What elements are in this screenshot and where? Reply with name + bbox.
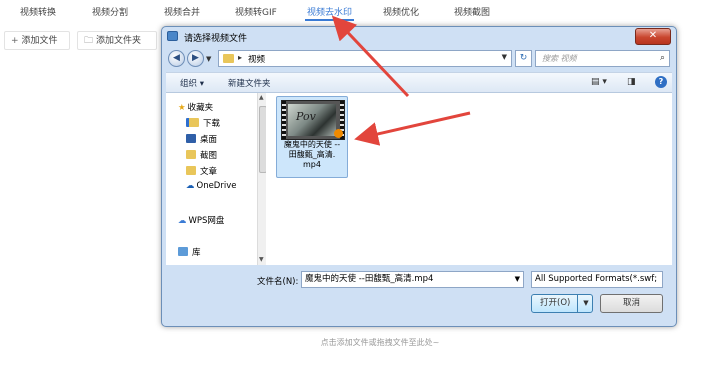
- nav-item-favorites[interactable]: ★ 收藏夹: [178, 101, 213, 113]
- tab-video-convert[interactable]: 视频转换: [20, 5, 56, 18]
- add-file-label: 添加文件: [21, 36, 58, 46]
- filename-field[interactable]: 魔鬼中的天使 --田馥甄_高清.mp4 ▼: [301, 271, 524, 288]
- cloud-icon: ☁: [186, 181, 195, 191]
- file-open-dialog: 请选择视频文件 ✕ ◀ ▶ ▼ ▸ 视频 ▼ ↻ 搜索 视频 ⌕ 组织 ▾ 新建…: [161, 26, 677, 327]
- dialog-bottom-area: 文件名(N): 魔鬼中的天使 --田馥甄_高清.mp4 ▼ All Suppor…: [166, 265, 672, 323]
- open-button-label: 打开(O): [540, 298, 571, 308]
- filename-label: 文件名(N):: [257, 277, 299, 287]
- download-folder-icon: [186, 118, 199, 127]
- nav-item-label: OneDrive: [196, 181, 237, 191]
- add-folder-button[interactable]: 🗀 添加文件夹: [77, 31, 157, 50]
- nav-item-label: WPS网盘: [188, 216, 225, 226]
- star-icon: ★: [178, 103, 186, 113]
- folder-icon: [186, 150, 196, 159]
- film-strip-left: [282, 101, 286, 139]
- tab-video-screenshot[interactable]: 视频截图: [454, 5, 490, 18]
- organize-menu[interactable]: 组织 ▾: [180, 77, 204, 89]
- nav-item-library[interactable]: 库: [178, 246, 201, 258]
- file-name-line: 田馥甄_高清.: [288, 150, 336, 159]
- dialog-title: 请选择视频文件: [184, 34, 248, 44]
- nav-item-onedrive[interactable]: ☁ OneDrive: [186, 181, 236, 191]
- plus-icon: +: [11, 36, 19, 46]
- search-input[interactable]: 搜索 视频 ⌕: [535, 50, 670, 67]
- nav-item-label: 收藏夹: [187, 103, 214, 113]
- drop-hint: 点击添加文件或拖拽文件至此处~: [320, 338, 440, 347]
- media-player-icon: [334, 129, 343, 138]
- history-dropdown-icon[interactable]: ▼: [206, 55, 211, 63]
- app-window-icon: [167, 31, 178, 41]
- command-bar: 组织 ▾ 新建文件夹 ▤ ▾ ◨ ?: [166, 72, 672, 93]
- scroll-down-icon[interactable]: ▼: [259, 256, 264, 263]
- nav-item-label: 桌面: [200, 135, 218, 145]
- cloud-outline-icon: ☁: [178, 216, 187, 226]
- tab-video-to-gif[interactable]: 视频转GIF: [235, 5, 277, 18]
- tab-video-split[interactable]: 视频分割: [92, 5, 128, 18]
- add-file-button[interactable]: + 添加文件: [4, 31, 70, 50]
- path-box[interactable]: ▸ 视频 ▼: [218, 50, 512, 67]
- open-button[interactable]: 打开(O) ▼: [531, 294, 593, 313]
- library-icon: [178, 247, 188, 256]
- search-icon[interactable]: ⌕: [660, 53, 665, 63]
- file-name-line: 魔鬼中的天使 --: [283, 140, 341, 149]
- nav-item-downloads[interactable]: 下载: [186, 117, 220, 129]
- thumbnail-scribble: Pov: [296, 110, 316, 123]
- folder-icon: [186, 166, 196, 175]
- breadcrumb-path[interactable]: 视频: [248, 53, 265, 65]
- file-type-value: All Supported Formats(*.swf;: [535, 274, 658, 284]
- video-thumbnail: Pov: [281, 100, 345, 140]
- nav-item-wps-drive[interactable]: ☁ WPS网盘: [178, 214, 224, 226]
- filename-value: 魔鬼中的天使 --田馥甄_高清.mp4: [305, 274, 434, 284]
- path-dropdown-icon[interactable]: ▼: [502, 53, 507, 61]
- nav-item-label: 下载: [203, 119, 221, 129]
- nav-item-label: 文章: [200, 167, 218, 177]
- back-arrow-icon[interactable]: ◀: [168, 50, 185, 67]
- tab-video-merge[interactable]: 视频合并: [164, 5, 200, 18]
- folder-icon: [223, 54, 234, 63]
- tab-video-watermark-remove[interactable]: 视频去水印: [307, 5, 352, 18]
- cancel-button[interactable]: 取消: [600, 294, 663, 313]
- nav-item-label: 截图: [200, 151, 218, 161]
- view-options-icon[interactable]: ▤ ▾: [591, 77, 607, 87]
- folder-icon: 🗀: [84, 36, 94, 46]
- forward-arrow-icon[interactable]: ▶: [187, 50, 204, 67]
- chevron-down-icon[interactable]: ▼: [515, 272, 520, 287]
- refresh-icon[interactable]: ↻: [515, 50, 532, 67]
- nav-item-desktop[interactable]: 桌面: [186, 133, 217, 145]
- active-tab-indicator: [305, 19, 354, 21]
- file-name-line: mp4: [303, 160, 321, 169]
- preview-pane-icon[interactable]: ◨: [627, 77, 636, 87]
- desktop-icon: [186, 134, 196, 143]
- navigation-pane: ★ 收藏夹 下载 桌面 截图 文章 ☁ OneDrive ☁ WPS网盘 库: [166, 93, 258, 265]
- scroll-up-icon[interactable]: ▲: [259, 94, 264, 101]
- nav-item-label: 库: [192, 248, 201, 258]
- add-folder-label: 添加文件夹: [96, 36, 142, 46]
- search-placeholder: 搜索 视频: [542, 54, 577, 63]
- tab-video-optimize[interactable]: 视频优化: [383, 5, 419, 18]
- help-icon[interactable]: ?: [655, 76, 667, 88]
- file-name: 魔鬼中的天使 -- 田馥甄_高清. mp4: [279, 140, 345, 170]
- chevron-down-icon[interactable]: ▼: [577, 295, 594, 312]
- file-item-video[interactable]: Pov 魔鬼中的天使 -- 田馥甄_高清. mp4: [276, 96, 348, 178]
- top-navigation: 视频转换 视频分割 视频合并 视频转GIF 视频去水印 视频优化 视频截图: [0, 0, 720, 22]
- file-list: Pov 魔鬼中的天使 -- 田馥甄_高清. mp4: [266, 93, 672, 265]
- nav-item-screenshots[interactable]: 截图: [186, 149, 217, 161]
- dialog-titlebar[interactable]: 请选择视频文件 ✕: [162, 27, 676, 47]
- breadcrumb-arrow-icon[interactable]: ▸: [238, 53, 242, 62]
- nav-item-articles[interactable]: 文章: [186, 165, 217, 177]
- new-folder-button[interactable]: 新建文件夹: [228, 77, 271, 89]
- file-type-select[interactable]: All Supported Formats(*.swf;: [531, 271, 663, 288]
- address-bar: ◀ ▶ ▼ ▸ 视频 ▼ ↻ 搜索 视频 ⌕: [166, 48, 672, 70]
- close-button[interactable]: ✕: [635, 28, 671, 45]
